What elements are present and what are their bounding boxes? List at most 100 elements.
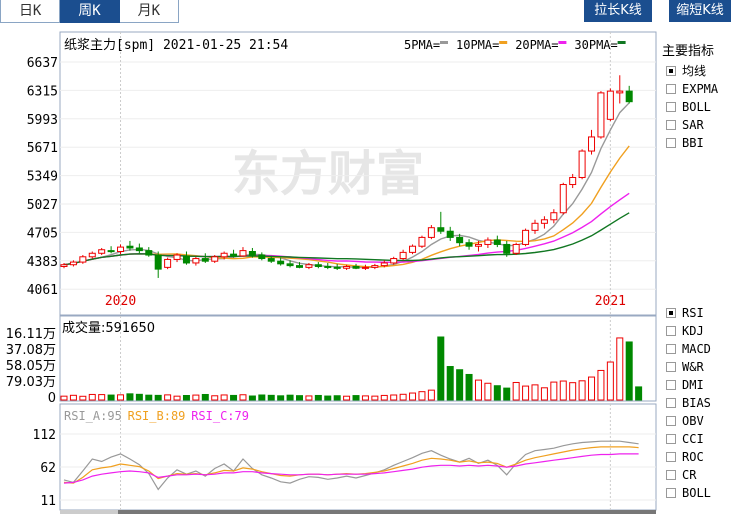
tab-monthly-k[interactable]: 月K [119, 0, 179, 23]
sub-indicator-obv[interactable]: OBV [662, 412, 711, 430]
candle-body [79, 256, 87, 263]
volume-bar [173, 395, 181, 401]
ma-legend-swatch [617, 41, 626, 44]
scrollbar-track[interactable] [60, 510, 656, 514]
main-indicator-boll[interactable]: BOLL [662, 98, 718, 116]
checkbox-icon[interactable] [666, 120, 676, 130]
ma-legend-swatch [558, 41, 567, 44]
candle-body [69, 261, 77, 266]
indicator-label: EXPMA [682, 82, 719, 96]
watermark: 东方财富 [232, 146, 424, 202]
indicator-label: BOLL [682, 100, 711, 114]
candle-body [277, 260, 285, 265]
candle-body [418, 236, 426, 247]
indicator-label: RSI [682, 306, 704, 320]
volume-bar [88, 393, 96, 401]
checkbox-icon[interactable] [666, 344, 676, 354]
candle-body [588, 136, 596, 152]
shrink-kline-button[interactable]: 缩短K线 [669, 0, 731, 22]
volume-tick-label: 79.03万 [6, 375, 56, 390]
sub-indicator-wr[interactable]: W&R [662, 358, 711, 376]
rsi-legend-label: RSI_B:89 [128, 409, 186, 423]
candle-body [192, 258, 200, 264]
candle-body [173, 254, 181, 260]
tab-daily-k[interactable]: 日K [0, 0, 61, 23]
checkbox-icon[interactable] [666, 308, 676, 318]
sub-indicator-boll[interactable]: BOLL [662, 484, 711, 502]
candle-body [324, 265, 332, 268]
volume-bar [399, 393, 407, 401]
volume-bar [503, 387, 511, 401]
volume-bar [597, 369, 605, 401]
main-indicator-[interactable]: 均线 [662, 62, 718, 80]
checkbox-icon[interactable] [666, 138, 676, 148]
tab-weekly-k[interactable]: 周K [60, 0, 120, 23]
candle-body [512, 243, 520, 254]
candle-body [154, 254, 162, 270]
checkbox-icon[interactable] [666, 362, 676, 372]
candle-body [164, 258, 172, 268]
volume-bar [69, 394, 77, 401]
year-label: 2020 [105, 294, 136, 309]
sub-indicator-cr[interactable]: CR [662, 466, 711, 484]
volume-bar [550, 381, 558, 401]
checkbox-icon[interactable] [666, 398, 676, 408]
candle-body [126, 245, 134, 249]
volume-bar [437, 336, 445, 401]
volume-bar [606, 361, 614, 401]
sub-indicator-dmi[interactable]: DMI [662, 376, 711, 394]
indicator-label: BOLL [682, 486, 711, 500]
checkbox-icon[interactable] [666, 84, 676, 94]
indicator-label: 均线 [682, 64, 707, 78]
scrollbar-thumb[interactable] [60, 510, 118, 514]
candle-body [343, 265, 351, 269]
indicator-label: MACD [682, 342, 711, 356]
sub-indicator-macd[interactable]: MACD [662, 340, 711, 358]
sub-indicator-rsi[interactable]: RSI [662, 304, 711, 322]
candle-body [616, 90, 624, 94]
candle-body [211, 256, 219, 262]
ma-legend-swatch [440, 41, 448, 44]
volume-bar [305, 395, 313, 401]
main-indicator-expma[interactable]: EXPMA [662, 80, 718, 98]
candle-body [107, 250, 115, 253]
volume-bar [60, 395, 68, 401]
price-tick-label: 6315 [27, 84, 58, 99]
indicator-label: CR [682, 468, 697, 482]
volume-bar [409, 392, 417, 401]
candle-body [559, 184, 567, 214]
volume-bar [126, 393, 134, 401]
stretch-kline-button[interactable]: 拉长K线 [584, 0, 652, 22]
volume-tick-label: 58.05万 [6, 359, 56, 374]
volume-bar [343, 395, 351, 401]
indicator-label: BBI [682, 136, 704, 150]
main-indicator-bbi[interactable]: BBI [662, 134, 718, 152]
checkbox-icon[interactable] [666, 102, 676, 112]
indicator-label: DMI [682, 378, 704, 392]
checkbox-icon[interactable] [666, 470, 676, 480]
main-indicator-sar[interactable]: SAR [662, 116, 718, 134]
sub-indicator-kdj[interactable]: KDJ [662, 322, 711, 340]
checkbox-icon[interactable] [666, 326, 676, 336]
candle-body [352, 265, 360, 269]
volume-bar [578, 380, 586, 401]
candle-body [540, 219, 548, 224]
volume-bar [569, 382, 577, 401]
checkbox-icon[interactable] [666, 66, 676, 76]
sub-indicator-roc[interactable]: ROC [662, 448, 711, 466]
checkbox-icon[interactable] [666, 488, 676, 498]
candle-body [60, 264, 68, 267]
indicator-label: CCI [682, 432, 704, 446]
checkbox-icon[interactable] [666, 416, 676, 426]
checkbox-icon[interactable] [666, 380, 676, 390]
sub-indicator-cci[interactable]: CCI [662, 430, 711, 448]
checkbox-icon[interactable] [666, 434, 676, 444]
checkbox-icon[interactable] [666, 452, 676, 462]
candle-body [145, 250, 153, 256]
indicator-label: W&R [682, 360, 704, 374]
candle-body [220, 252, 228, 258]
main-indicator-title: 主要指标 [662, 44, 715, 59]
volume-bar [154, 394, 162, 401]
volume-bar [446, 366, 454, 401]
sub-indicator-bias[interactable]: BIAS [662, 394, 711, 412]
